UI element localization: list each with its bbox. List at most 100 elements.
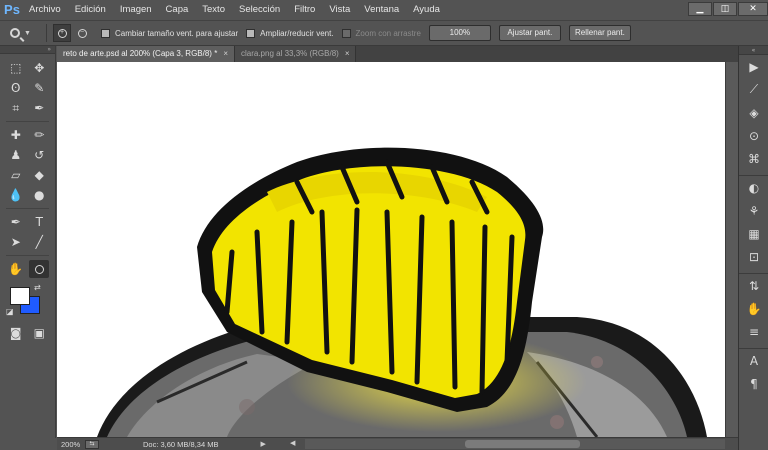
- close-tab-icon[interactable]: ×: [345, 46, 350, 62]
- menu-edicion[interactable]: Edición: [68, 0, 113, 20]
- quick-mask-icon[interactable]: ◙: [6, 324, 26, 342]
- color-panel-icon[interactable]: ⚘: [739, 199, 768, 222]
- document-size: Doc: 3,60 MB/8,34 MB: [143, 439, 219, 449]
- document-canvas[interactable]: [57, 62, 738, 437]
- scrubby-zoom-checkbox[interactable]: Zoom con arrastre: [341, 28, 421, 38]
- move-tool-icon[interactable]: ✥: [29, 59, 49, 77]
- paint-bucket-tool-icon[interactable]: ◆: [29, 166, 49, 184]
- quick-selection-tool-icon[interactable]: ✎: [29, 79, 49, 97]
- menu-texto[interactable]: Texto: [195, 0, 232, 20]
- marquee-tool-icon[interactable]: ⬚: [6, 59, 26, 77]
- paragraph-panel-icon[interactable]: ¶: [739, 372, 768, 395]
- path-selection-tool-icon[interactable]: ➤: [6, 233, 26, 251]
- close-button[interactable]: ✕: [738, 2, 768, 16]
- menu-seleccion[interactable]: Selección: [232, 0, 287, 20]
- zoom-tool-icon[interactable]: [29, 260, 50, 278]
- tab-clara[interactable]: clara.png al 33,3% (RGB/8) ×: [234, 46, 357, 62]
- history-brush-tool-icon[interactable]: ↺: [29, 146, 49, 164]
- restore-button[interactable]: ◫: [713, 2, 737, 16]
- horizontal-scrollbar[interactable]: [305, 439, 725, 449]
- separator: [6, 255, 49, 256]
- screen-mode-icon[interactable]: ▣: [29, 324, 49, 342]
- resize-windows-label: Cambiar tamaño vent. para ajustar: [115, 28, 239, 38]
- minimize-button[interactable]: ▁: [688, 2, 712, 16]
- checkbox-box[interactable]: [101, 28, 110, 38]
- document-tabs: reto de arte.psd al 200% (Capa 3, RGB/8)…: [57, 46, 738, 62]
- separator: [46, 24, 47, 42]
- hand-tool-icon[interactable]: ✋: [6, 260, 26, 278]
- vertical-scrollbar[interactable]: [725, 62, 738, 437]
- actual-pixels-button[interactable]: 100%: [428, 25, 491, 41]
- checkbox-box[interactable]: [341, 28, 351, 38]
- tab-label: clara.png al 33,3% (RGB/8): [240, 49, 339, 58]
- eraser-tool-icon[interactable]: ▱: [6, 166, 26, 184]
- channels-panel-icon[interactable]: ⊙: [739, 124, 768, 147]
- photoshop-logo[interactable]: Ps: [2, 0, 22, 20]
- default-colors-icon[interactable]: ◪: [6, 307, 14, 316]
- fit-screen-button[interactable]: Ajustar pant.: [498, 25, 561, 41]
- menu-bar: Ps Archivo Edición Imagen Capa Texto Sel…: [0, 0, 768, 20]
- artwork-image: [97, 147, 707, 437]
- blur-tool-icon[interactable]: 💧: [6, 186, 26, 204]
- chevron-down-icon: ▼: [24, 29, 31, 37]
- zoom-all-windows-label: Ampliar/reducir vent.: [260, 28, 334, 38]
- tool-presets-icon[interactable]: ✋: [739, 297, 768, 320]
- lasso-tool-icon[interactable]: ʘ: [6, 79, 26, 97]
- menu-imagen[interactable]: Imagen: [113, 0, 159, 20]
- history-panel-icon[interactable]: ⇅: [739, 274, 768, 297]
- zoom-all-windows-checkbox[interactable]: Ampliar/reducir vent.: [246, 28, 334, 38]
- swatches-panel-icon[interactable]: ▦: [739, 222, 768, 245]
- separator: [6, 208, 49, 209]
- dodge-tool-icon[interactable]: ●: [29, 186, 49, 204]
- fill-screen-button[interactable]: Rellenar pant.: [568, 25, 631, 41]
- pen-tool-icon[interactable]: ✒: [6, 213, 26, 231]
- brush-presets-icon[interactable]: ⟋: [739, 78, 768, 101]
- checkbox-box[interactable]: [246, 28, 256, 38]
- paths-panel-icon[interactable]: ⌘: [739, 147, 768, 170]
- tab-reto-de-arte[interactable]: reto de arte.psd al 200% (Capa 3, RGB/8)…: [57, 46, 235, 62]
- character-panel-icon[interactable]: A: [739, 349, 768, 372]
- brush-tool-icon[interactable]: ✏: [29, 126, 49, 144]
- zoom-in-button[interactable]: +: [53, 24, 71, 42]
- properties-panel-icon[interactable]: ≡: [739, 320, 768, 343]
- type-tool-icon[interactable]: T: [29, 213, 49, 231]
- crop-tool-icon[interactable]: ⌗: [6, 99, 26, 117]
- zoom-out-button[interactable]: −: [73, 24, 91, 42]
- zoom-icon: [10, 28, 20, 38]
- panel-collapse-handle[interactable]: »: [0, 46, 55, 54]
- clone-stamp-tool-icon[interactable]: ♟: [6, 146, 26, 164]
- swap-colors-icon[interactable]: ⇄: [34, 283, 41, 292]
- menu-capa[interactable]: Capa: [159, 0, 196, 20]
- zoom-level[interactable]: 200%: [57, 440, 85, 449]
- status-info-icon[interactable]: ⇆: [85, 439, 99, 449]
- actions-panel-icon[interactable]: ▶: [739, 55, 768, 78]
- separator: [6, 121, 49, 122]
- magnifier-icon: [34, 264, 44, 274]
- resize-windows-checkbox[interactable]: Cambiar tamaño vent. para ajustar: [101, 28, 239, 38]
- foreground-color-swatch[interactable]: [10, 287, 30, 305]
- options-bar: ▼ + − Cambiar tamaño vent. para ajustar …: [0, 20, 768, 46]
- zoom-in-icon: +: [57, 28, 67, 38]
- right-panel-dock: « ▶ ⟋ ◈ ⊙ ⌘ ◐ ⚘ ▦ ⊡ ⇅ ✋ ≡ A ¶: [738, 46, 768, 450]
- layers-panel-icon[interactable]: ◈: [739, 101, 768, 124]
- menu-filtro[interactable]: Filtro: [287, 0, 322, 20]
- close-tab-icon[interactable]: ×: [223, 46, 228, 62]
- color-swatches: ⇄ ◪: [0, 283, 55, 319]
- status-menu-arrow-icon[interactable]: ▶: [260, 440, 265, 448]
- menu-ventana[interactable]: Ventana: [357, 0, 406, 20]
- menu-archivo[interactable]: Archivo: [22, 0, 68, 20]
- eyedropper-tool-icon[interactable]: ✒: [29, 99, 49, 117]
- zoom-tool-preset-picker[interactable]: ▼: [10, 23, 40, 43]
- adjustments-panel-icon[interactable]: ◐: [739, 176, 768, 199]
- menu-ayuda[interactable]: Ayuda: [406, 0, 447, 20]
- dock-collapse-handle[interactable]: «: [739, 46, 768, 55]
- scrollbar-thumb[interactable]: [465, 440, 580, 448]
- menu-vista[interactable]: Vista: [322, 0, 357, 20]
- styles-panel-icon[interactable]: ⊡: [739, 245, 768, 268]
- window-controls: ▁ ◫ ✕: [687, 0, 768, 18]
- line-tool-icon[interactable]: ╱: [29, 233, 49, 251]
- tab-label: reto de arte.psd al 200% (Capa 3, RGB/8)…: [63, 49, 218, 58]
- healing-brush-tool-icon[interactable]: ✚: [6, 126, 26, 144]
- scroll-left-icon[interactable]: ◀: [290, 439, 295, 447]
- scrubby-zoom-label: Zoom con arrastre: [355, 28, 421, 38]
